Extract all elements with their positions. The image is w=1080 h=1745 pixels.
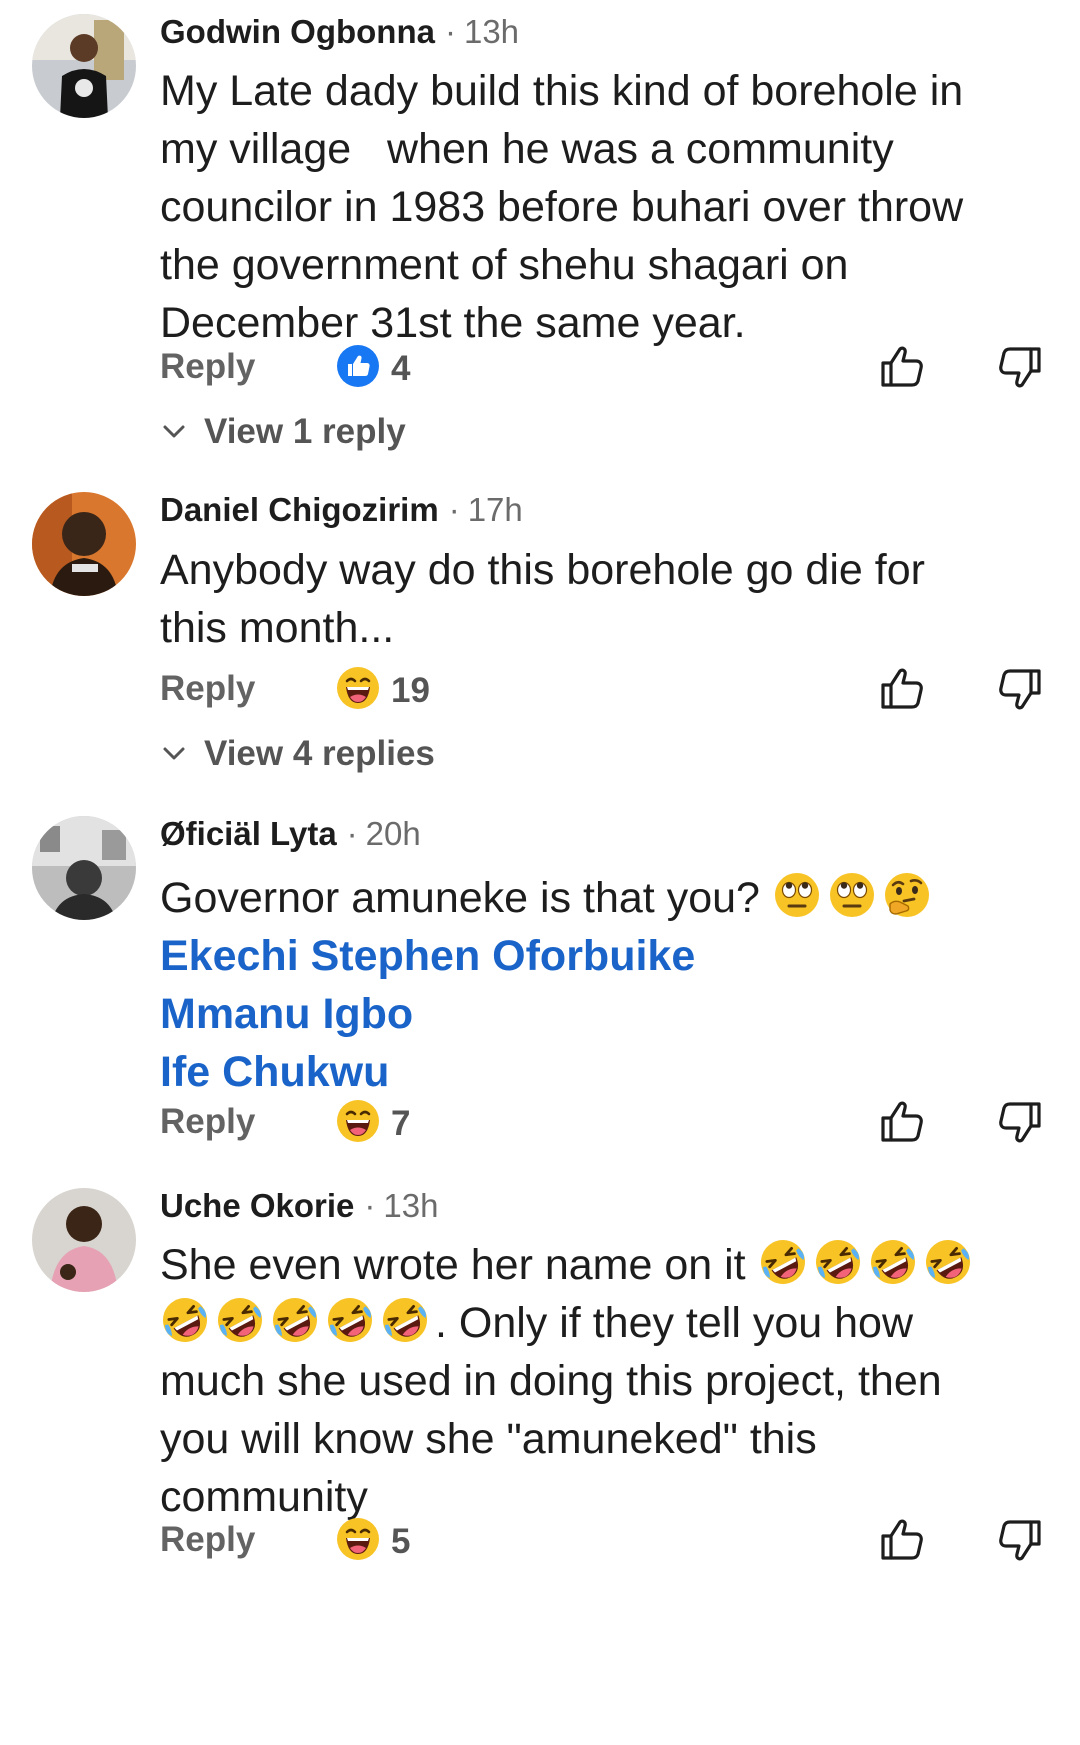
comment-text: Governor amuneke is that you? Ekechi Ste… [160, 869, 1040, 1101]
reply-button[interactable]: Reply [160, 1102, 255, 1142]
reaction-count: 7 [391, 1104, 411, 1143]
view-replies-label: View 4 replies [204, 734, 435, 773]
reply-button[interactable]: Reply [160, 669, 255, 709]
rofl-emoji-icon [270, 1295, 320, 1345]
comment-text: My Late dady build this kind of borehole… [160, 62, 1040, 352]
avatar[interactable] [32, 14, 136, 118]
like-reaction-icon [335, 343, 381, 389]
comment-actions: Reply 4 [0, 341, 1080, 393]
comment-line: Anybody way do this borehole go die for [160, 546, 925, 594]
view-replies-label: View 1 reply [204, 412, 406, 451]
rofl-emoji-icon [868, 1237, 918, 1287]
rofl-emoji-icon [325, 1295, 375, 1345]
separator-dot: · [346, 815, 358, 852]
comment-actions: Reply 19 [0, 663, 1080, 715]
avatar[interactable] [32, 492, 136, 596]
rolling-eyes-emoji-icon [827, 870, 877, 920]
thumbs-up-icon[interactable] [876, 341, 928, 393]
thumbs-up-icon[interactable] [876, 1514, 928, 1566]
comment-time: 17h [467, 491, 523, 528]
avatar[interactable] [32, 1188, 136, 1292]
reaction-count: 5 [391, 1522, 411, 1561]
rolling-eyes-emoji-icon [772, 870, 822, 920]
thumbs-up-icon[interactable] [876, 1096, 928, 1148]
comment-line-text: She even wrote her name on it [160, 1241, 746, 1289]
comment-actions: Reply 5 [0, 1514, 1080, 1566]
comment-author[interactable]: Øficiäl Lyta [160, 815, 337, 852]
comment-time: 20h [365, 815, 421, 852]
comment-line-text: . Only if they tell you how [435, 1299, 913, 1347]
comment-line: the government of shehu shagari on [160, 241, 849, 289]
comment-line: My Late dady build this kind of borehole… [160, 67, 964, 115]
rofl-emoji-icon [758, 1237, 808, 1287]
view-replies-button[interactable]: View 4 replies [160, 734, 435, 778]
reaction-count: 4 [391, 349, 411, 388]
avatar[interactable] [32, 816, 136, 920]
comment-line: much she used in doing this project, the… [160, 1357, 942, 1405]
rofl-emoji-icon [160, 1295, 210, 1345]
thumbs-down-icon[interactable] [994, 341, 1046, 393]
mention-link[interactable]: Ife Chukwu [160, 1043, 1040, 1101]
mention-link[interactable]: Mmanu Igbo [160, 985, 1040, 1043]
comment-text: Anybody way do this borehole go die for … [160, 541, 1040, 657]
rofl-emoji-icon [380, 1295, 430, 1345]
comment-line: She even wrote her name on it [160, 1236, 1040, 1294]
chevron-down-icon [160, 417, 188, 445]
comment-line: Governor amuneke is that you? [160, 869, 1040, 927]
comment-time: 13h [463, 13, 520, 50]
comment-line: councilor in 1983 before buhari over thr… [160, 183, 964, 231]
haha-reaction-icon [335, 1098, 381, 1144]
rofl-emoji-icon [215, 1295, 265, 1345]
comment-actions: Reply 7 [0, 1096, 1080, 1148]
comment-line-text: Governor amuneke is that you? [160, 874, 760, 922]
rofl-emoji-icon [923, 1237, 973, 1287]
comment-text: She even wrote her name on it . Only if … [160, 1236, 1040, 1526]
view-replies-button[interactable]: View 1 reply [160, 412, 406, 456]
thumbs-down-icon[interactable] [994, 1514, 1046, 1566]
haha-reaction-icon [335, 665, 381, 711]
reply-button[interactable]: Reply [160, 347, 255, 387]
separator-dot: · [448, 491, 460, 528]
comment-line: this month... [160, 604, 395, 652]
comment-line: you will know she "amuneked" this [160, 1415, 817, 1463]
reaction-count: 19 [391, 671, 430, 710]
separator-dot: · [364, 1187, 376, 1224]
thumbs-down-icon[interactable] [994, 663, 1046, 715]
separator-dot: · [444, 13, 456, 50]
haha-reaction-icon [335, 1516, 381, 1562]
mention-link[interactable]: Ekechi Stephen Oforbuike [160, 927, 1040, 985]
thinking-face-emoji-icon [882, 870, 932, 920]
comment-author[interactable]: Uche Okorie [160, 1187, 354, 1224]
comment-line: my village when he was a community [160, 125, 894, 173]
comment-line: . Only if they tell you how [160, 1294, 1040, 1352]
comment-author[interactable]: Godwin Ogbonna [160, 13, 435, 50]
comment-time: 13h [383, 1187, 439, 1224]
comment-author[interactable]: Daniel Chigozirim [160, 491, 439, 528]
rofl-emoji-icon [813, 1237, 863, 1287]
chevron-down-icon [160, 739, 188, 767]
reply-button[interactable]: Reply [160, 1520, 255, 1560]
thumbs-up-icon[interactable] [876, 663, 928, 715]
thumbs-down-icon[interactable] [994, 1096, 1046, 1148]
